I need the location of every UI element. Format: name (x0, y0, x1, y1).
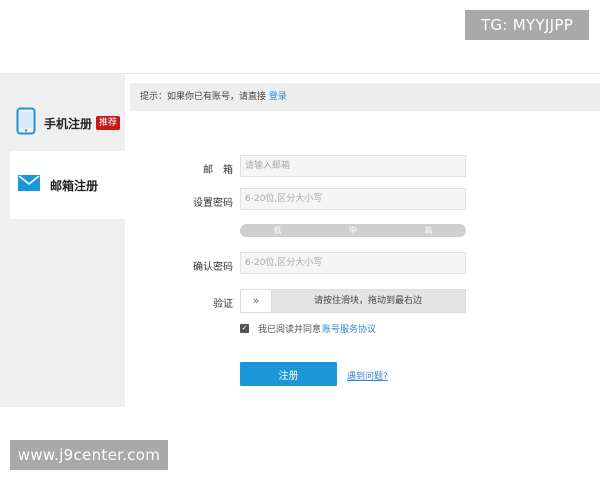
strength-low: 低 (273, 226, 282, 235)
help-link[interactable]: 遇到问题? (347, 369, 388, 382)
agreement-row: ✓ 我已阅读并同意 账号服务协议 (240, 322, 376, 335)
email-field[interactable]: 请输入邮箱 (240, 155, 466, 177)
registration-form-area: 提示：如果你已有账号，请直接 登录 邮 箱 请输入邮箱 设置密码 6-20位,区… (125, 74, 600, 407)
envelope-icon (18, 175, 40, 195)
password-field[interactable]: 6-20位,区分大小写 (240, 188, 466, 210)
agree-checkbox[interactable]: ✓ (240, 324, 249, 333)
email-label: 邮 箱 (203, 165, 233, 176)
login-hint: 提示：如果你已有账号，请直接 登录 (130, 83, 600, 111)
hint-text: 提示：如果你已有账号，请直接 (140, 92, 267, 102)
agree-text: 我已阅读并同意 (258, 325, 322, 335)
slider-captcha[interactable]: » 请按住滑块，拖动到最右边 (240, 289, 466, 313)
registration-sidebar: 手机注册 推荐 邮箱注册 (0, 74, 125, 407)
register-button[interactable]: 注册 (240, 362, 337, 386)
phone-icon (16, 107, 36, 139)
login-link[interactable]: 登录 (269, 92, 287, 102)
recommended-badge: 推荐 (96, 116, 121, 130)
strength-medium: 中 (348, 226, 357, 235)
strength-high: 高 (424, 226, 433, 235)
sidebar-item-email[interactable]: 邮箱注册 (10, 151, 125, 219)
password-strength-bar: 低 中 高 (240, 224, 466, 237)
password-label: 设置密码 (193, 198, 233, 209)
watermark-bottom: www.j9center.com (10, 440, 168, 470)
sidebar-item-label: 手机注册 (44, 116, 93, 131)
service-agreement-link[interactable]: 账号服务协议 (322, 322, 376, 335)
sidebar-item-label: 邮箱注册 (50, 178, 99, 193)
sidebar-item-phone[interactable]: 手机注册 推荐 (0, 90, 125, 156)
registration-panel: 手机注册 推荐 邮箱注册 提示：如果你已有账号，请直接 登录 邮 箱 请输入邮箱… (0, 73, 600, 407)
confirm-password-field[interactable]: 6-20位,区分大小写 (240, 252, 466, 274)
confirm-password-label: 确认密码 (193, 262, 233, 273)
slider-instruction: 请按住滑块，拖动到最右边 (313, 296, 422, 306)
verify-label: 验证 (213, 299, 233, 310)
watermark-top: TG: MYYJJPP (465, 10, 589, 40)
slider-handle[interactable]: » (241, 290, 272, 312)
